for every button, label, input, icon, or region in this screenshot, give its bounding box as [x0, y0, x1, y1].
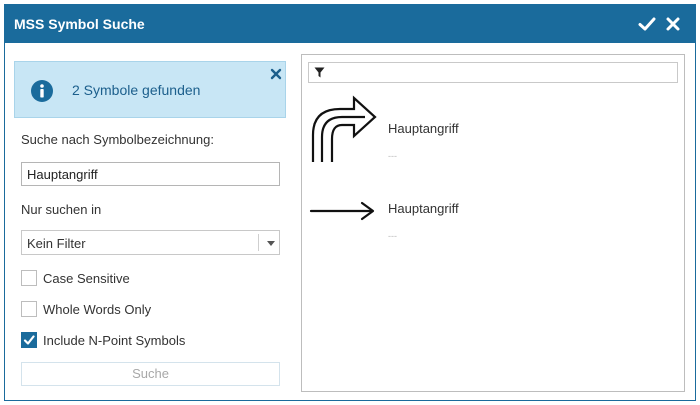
info-message-text: 2 Symbole gefunden	[72, 82, 201, 98]
result-item[interactable]: Hauptangriff ---	[308, 185, 678, 247]
filter-icon	[314, 67, 325, 78]
title-bar: MSS Symbol Suche	[5, 5, 695, 43]
symbol-search-input[interactable]	[21, 162, 280, 186]
include-n-point-label: Include N-Point Symbols	[43, 333, 186, 348]
case-sensitive-label: Case Sensitive	[43, 271, 130, 286]
results-filter-input[interactable]	[308, 62, 678, 83]
dismiss-info-icon[interactable]	[270, 68, 282, 80]
search-button[interactable]: Suche	[21, 362, 280, 386]
whole-words-label: Whole Words Only	[43, 302, 152, 317]
include-n-point-checkbox[interactable]	[21, 332, 37, 348]
result-name: Hauptangriff	[388, 121, 459, 136]
result-item[interactable]: Hauptangriff ---	[308, 95, 678, 167]
filter-label: Nur suchen in	[21, 202, 102, 217]
result-subtitle: ---	[388, 231, 397, 241]
close-button[interactable]	[663, 14, 683, 34]
symbol-search-dialog: MSS Symbol Suche 2 Symbole gefunden Such…	[4, 4, 696, 401]
confirm-button[interactable]	[637, 14, 657, 34]
info-icon	[31, 80, 53, 102]
filter-select[interactable]: Kein Filter	[21, 230, 280, 255]
result-subtitle: ---	[388, 151, 397, 161]
checkmark-icon	[638, 17, 656, 31]
close-icon	[666, 17, 680, 31]
info-message: 2 Symbole gefunden	[14, 61, 286, 118]
case-sensitive-checkbox[interactable]	[21, 270, 37, 286]
results-panel: Hauptangriff --- Hauptangriff ---	[301, 54, 685, 392]
whole-words-checkbox[interactable]	[21, 301, 37, 317]
window-title: MSS Symbol Suche	[14, 16, 145, 32]
chevron-down-icon	[267, 241, 275, 246]
main-attack-straight-arrow-icon	[309, 201, 375, 221]
select-divider	[258, 234, 259, 251]
search-label: Suche nach Symbolbezeichnung:	[21, 132, 214, 147]
filter-select-value: Kein Filter	[27, 236, 86, 251]
checkmark-icon	[23, 335, 35, 345]
result-name: Hauptangriff	[388, 201, 459, 216]
main-attack-curved-arrow-icon	[311, 95, 377, 162]
